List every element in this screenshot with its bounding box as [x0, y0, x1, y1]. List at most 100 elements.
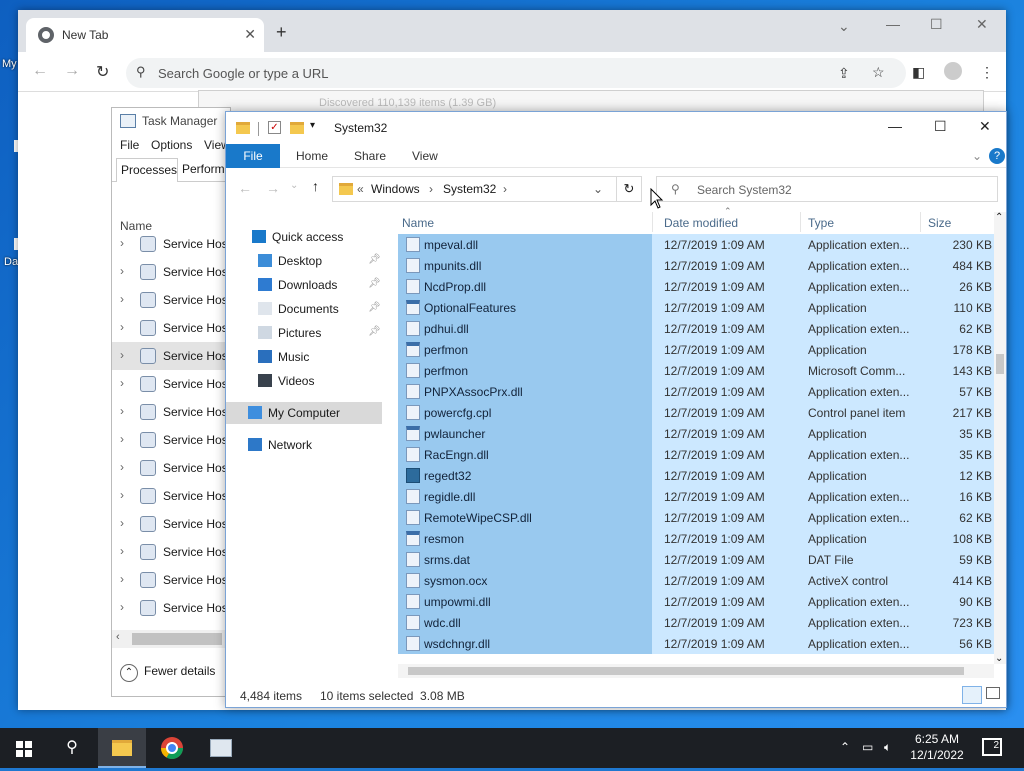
ribbon-tab-home[interactable]: Home	[296, 149, 328, 163]
chevron-right-icon[interactable]: ›	[120, 516, 124, 530]
nav-item-downloads[interactable]: Downloads 📌︎	[226, 274, 382, 296]
process-row[interactable]: › Service Host	[112, 566, 225, 594]
file-row[interactable]: sysmon.ocx 12/7/2019 1:09 AM ActiveX contr…	[398, 570, 994, 591]
chevron-right-icon[interactable]: ›	[120, 236, 124, 250]
clock[interactable]: 6:25 AM 12/1/2022	[900, 731, 974, 763]
file-row[interactable]: mpunits.dll 12/7/2019 1:09 AM Application …	[398, 255, 994, 276]
file-row[interactable]: powercfg.cpl 12/7/2019 1:09 AM Control pan…	[398, 402, 994, 423]
process-row[interactable]: › Service Host	[112, 258, 225, 286]
pin-icon[interactable]: 📌︎	[368, 254, 381, 265]
address-dropdown-icon[interactable]: ⌄	[593, 182, 603, 196]
file-row[interactable]: mpeval.dll 12/7/2019 1:09 AM Application e…	[398, 234, 994, 255]
process-row[interactable]: › Service Host	[112, 342, 225, 370]
nav-item-desktop[interactable]: Desktop 📌︎	[226, 250, 382, 272]
nav-item-my-computer[interactable]: My Computer	[226, 402, 382, 424]
chevron-right-icon[interactable]: ›	[120, 432, 124, 446]
fewer-details-button[interactable]: ⌃ Fewer details	[120, 664, 215, 682]
scroll-up-icon[interactable]: ⌃	[995, 212, 1003, 223]
column-header-name[interactable]: Name	[402, 216, 434, 230]
taskbar-task-manager[interactable]	[196, 728, 244, 768]
column-header-date[interactable]: Date modified	[664, 216, 738, 230]
file-row[interactable]: regedt32 12/7/2019 1:09 AM Application 12 K…	[398, 465, 994, 486]
ribbon-tab-file[interactable]: File	[226, 144, 280, 168]
help-icon[interactable]: ?	[989, 148, 1005, 164]
share-icon[interactable]: ⇪	[838, 65, 850, 82]
omnibox[interactable]: ⚲ Search Google or type a URL ⇪ ☆	[126, 58, 906, 88]
close-button[interactable]: ✕	[979, 118, 991, 135]
chevron-right-icon[interactable]: ›	[120, 376, 124, 390]
process-row[interactable]: › Service Host	[112, 370, 225, 398]
refresh-button[interactable]: ↻	[616, 176, 642, 202]
taskbar-chrome[interactable]	[148, 728, 196, 768]
file-row[interactable]: RacEngn.dll 12/7/2019 1:09 AM Application …	[398, 444, 994, 465]
tab-search-icon[interactable]: ⌄	[838, 18, 850, 35]
up-icon[interactable]: ↑	[312, 178, 319, 194]
horizontal-scrollbar[interactable]: ‹	[112, 630, 225, 648]
maximize-button[interactable]: ☐	[930, 16, 943, 33]
chevron-right-icon[interactable]: ›	[120, 572, 124, 586]
tab-performance[interactable]: Perform	[182, 162, 225, 176]
desktop-icon-label[interactable]: Da	[4, 256, 18, 268]
close-tab-icon[interactable]: ✕	[244, 26, 256, 43]
nav-item-quick-access[interactable]: Quick access	[226, 226, 382, 248]
large-icons-view-icon[interactable]	[986, 687, 1000, 699]
file-row[interactable]: wdc.dll 12/7/2019 1:09 AM Application exte…	[398, 612, 994, 633]
file-row[interactable]: umpowmi.dll 12/7/2019 1:09 AM Application …	[398, 591, 994, 612]
nav-item-network[interactable]: Network	[226, 434, 382, 456]
vertical-scrollbar[interactable]: ⌃ ⌄	[994, 212, 1006, 664]
scroll-thumb[interactable]	[132, 633, 222, 645]
notification-center[interactable]: 2	[982, 738, 1002, 756]
chevron-right-icon[interactable]: ›	[120, 320, 124, 334]
address-bar[interactable]: « Windows › System32 › ⌄	[332, 176, 642, 202]
horizontal-scrollbar[interactable]	[398, 664, 994, 678]
breadcrumb-system32[interactable]: System32	[443, 182, 496, 196]
file-row[interactable]: OptionalFeatures 12/7/2019 1:09 AM Applica…	[398, 297, 994, 318]
network-icon[interactable]: ▭	[862, 740, 873, 754]
file-row[interactable]: regidle.dll 12/7/2019 1:09 AM Application …	[398, 486, 994, 507]
process-row[interactable]: › Service Host	[112, 426, 225, 454]
chevron-right-icon[interactable]: ›	[120, 404, 124, 418]
pin-icon[interactable]: 📌︎	[368, 326, 381, 337]
process-row[interactable]: › Service Host	[112, 482, 225, 510]
chevron-right-icon[interactable]: ›	[120, 292, 124, 306]
maximize-button[interactable]: ☐	[934, 118, 947, 135]
breadcrumb-windows[interactable]: Windows	[371, 182, 420, 196]
desktop-icon-label[interactable]: My	[2, 58, 17, 70]
tab-new-tab[interactable]: New Tab ✕	[26, 18, 264, 52]
customize-quick-access-icon[interactable]: ▾	[310, 120, 315, 131]
pin-icon[interactable]: 📌︎	[368, 302, 381, 313]
file-row[interactable]: resmon 12/7/2019 1:09 AM Application 108 KB	[398, 528, 994, 549]
side-panel-icon[interactable]: ◧	[912, 64, 925, 81]
chevron-right-icon[interactable]: ›	[120, 264, 124, 278]
nav-item-documents[interactable]: Documents 📌︎	[226, 298, 382, 320]
process-row[interactable]: › Service Host	[112, 286, 225, 314]
chevron-right-icon[interactable]: ›	[120, 488, 124, 502]
minimize-button[interactable]: —	[888, 118, 902, 134]
expand-ribbon-icon[interactable]: ⌄	[972, 149, 982, 163]
ribbon-tab-share[interactable]: Share	[354, 149, 386, 163]
tab-processes[interactable]: Processes	[116, 158, 178, 182]
ribbon-tab-view[interactable]: View	[412, 149, 438, 163]
scroll-left-icon[interactable]: ‹	[116, 631, 120, 643]
back-icon[interactable]: ←	[238, 180, 252, 196]
chevron-right-icon[interactable]: ›	[120, 460, 124, 474]
show-hidden-icons[interactable]: ⌃	[840, 740, 850, 754]
column-header-type[interactable]: Type	[808, 216, 834, 230]
file-row[interactable]: perfmon 12/7/2019 1:09 AM Application 178 K…	[398, 339, 994, 360]
search-input[interactable]: ⚲ Search System32	[656, 176, 998, 202]
process-row[interactable]: › Service Host	[112, 510, 225, 538]
pin-icon[interactable]: 📌︎	[368, 278, 381, 289]
column-header-size[interactable]: Size	[928, 216, 951, 230]
taskbar-file-explorer[interactable]	[98, 728, 146, 768]
minimize-button[interactable]: —	[886, 16, 900, 32]
properties-icon[interactable]: ✓	[268, 121, 281, 134]
start-button[interactable]	[0, 728, 48, 768]
volume-icon[interactable]: 🔈︎	[884, 740, 891, 755]
recent-locations-icon[interactable]: ⌄	[290, 180, 298, 191]
chevron-right-icon[interactable]: ›	[120, 544, 124, 558]
menu-options[interactable]: Options	[151, 138, 192, 152]
file-row[interactable]: srms.dat 12/7/2019 1:09 AM DAT File 59 KB	[398, 549, 994, 570]
new-folder-icon[interactable]	[290, 122, 304, 134]
reload-icon[interactable]: ↻	[96, 62, 109, 82]
scroll-thumb[interactable]	[408, 667, 964, 675]
